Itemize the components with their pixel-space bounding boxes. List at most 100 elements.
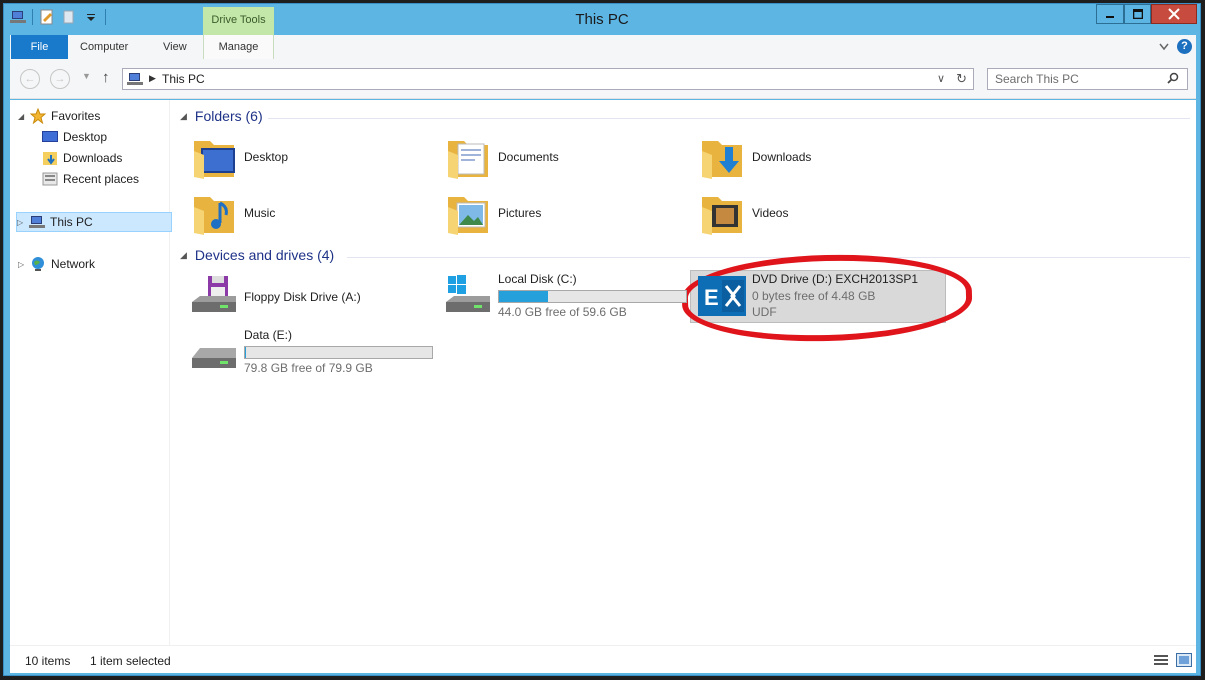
collapse-arrow-icon[interactable]: ◢ bbox=[180, 111, 187, 122]
up-button[interactable]: ↑ bbox=[102, 69, 110, 86]
item-count: 10 items bbox=[25, 654, 71, 668]
folders-header-text: Folders (6) bbox=[194, 108, 263, 124]
folder-label: Documents bbox=[498, 150, 559, 164]
sidebar-item-desktop[interactable]: Desktop bbox=[42, 127, 107, 147]
drive-free-space: 0 bytes free of 4.48 GB bbox=[752, 289, 876, 303]
devices-header-text: Devices and drives (4) bbox=[194, 247, 335, 263]
desktop-icon bbox=[42, 129, 58, 145]
maximize-icon bbox=[1132, 9, 1143, 19]
drive-local-c[interactable]: Local Disk (C:) 44.0 GB free of 59.6 GB bbox=[444, 272, 694, 324]
minimize-button[interactable] bbox=[1096, 4, 1124, 24]
drive-usage-bar bbox=[498, 290, 687, 303]
folder-label: Desktop bbox=[244, 150, 289, 164]
breadcrumb-chevron-icon[interactable]: ▶ bbox=[149, 73, 156, 84]
folder-label: Pictures bbox=[498, 206, 542, 220]
address-bar[interactable]: ▶ This PC ∨ ↻ bbox=[122, 68, 974, 90]
folder-desktop[interactable]: Desktop bbox=[190, 130, 288, 184]
folder-downloads[interactable]: Downloads bbox=[698, 130, 811, 184]
this-pc-icon bbox=[29, 214, 45, 230]
address-dropdown-icon[interactable]: ∨ bbox=[937, 72, 945, 85]
drive-dvd-d[interactable]: E DVD Drive (D:) EXCH2013SP1 0 bytes fre… bbox=[698, 272, 938, 322]
window-title: This PC bbox=[575, 11, 629, 28]
collapse-arrow-icon[interactable]: ◢ bbox=[18, 112, 28, 121]
desktop-folder-icon bbox=[190, 133, 238, 181]
sidebar-item-favorites[interactable]: ◢ Favorites bbox=[18, 106, 100, 126]
help-button[interactable]: ? bbox=[1177, 39, 1192, 54]
sidebar-label: Recent places bbox=[63, 172, 140, 186]
drive-filesystem: UDF bbox=[752, 305, 777, 319]
hard-drive-icon bbox=[190, 328, 238, 376]
explorer-window: Drive Tools This PC File Computer View M… bbox=[3, 3, 1201, 676]
folder-pictures[interactable]: Pictures bbox=[444, 186, 541, 240]
downloads-folder-icon bbox=[42, 150, 58, 166]
sidebar-label: Desktop bbox=[63, 130, 108, 144]
tab-view[interactable]: View bbox=[163, 35, 187, 59]
search-icon[interactable] bbox=[1167, 72, 1179, 87]
tab-file[interactable]: File bbox=[11, 35, 68, 59]
refresh-icon[interactable]: ↻ bbox=[956, 71, 967, 87]
folders-group-header[interactable]: ◢ Folders (6) bbox=[180, 108, 263, 124]
expand-arrow-icon[interactable]: ▷ bbox=[17, 218, 27, 227]
folder-label: Downloads bbox=[752, 150, 812, 164]
minimize-icon bbox=[1106, 16, 1114, 18]
address-path[interactable]: This PC bbox=[162, 72, 205, 86]
drive-name: Data (E:) bbox=[244, 328, 293, 342]
drive-name: Floppy Disk Drive (A:) bbox=[244, 290, 361, 304]
network-icon bbox=[30, 256, 46, 272]
music-folder-icon bbox=[190, 189, 238, 237]
drive-free-space: 79.8 GB free of 79.9 GB bbox=[244, 361, 373, 375]
folder-videos[interactable]: Videos bbox=[698, 186, 788, 240]
sidebar-label: Network bbox=[51, 257, 96, 271]
tab-computer[interactable]: Computer bbox=[80, 35, 128, 59]
navigation-bar: ← → ▼ ↑ ▶ This PC ∨ ↻ Search This PC bbox=[10, 59, 1196, 99]
collapse-arrow-icon[interactable]: ◢ bbox=[180, 250, 187, 261]
sidebar-item-recent-places[interactable]: Recent places bbox=[42, 169, 139, 189]
search-box[interactable]: Search This PC bbox=[987, 68, 1188, 90]
sidebar-item-this-pc[interactable]: ▷ This PC bbox=[16, 212, 172, 232]
svg-text:E: E bbox=[704, 285, 719, 310]
drive-name: Local Disk (C:) bbox=[498, 272, 577, 286]
ribbon-tabs: File Computer View Manage ? bbox=[10, 35, 1196, 59]
back-button[interactable]: ← bbox=[20, 69, 40, 89]
back-arrow-icon: ← bbox=[24, 73, 36, 85]
status-bar: 10 items 1 item selected bbox=[10, 645, 1196, 673]
sidebar-label: Favorites bbox=[51, 109, 101, 123]
recent-locations-dropdown-icon[interactable]: ▼ bbox=[82, 71, 91, 81]
up-arrow-icon: ↑ bbox=[102, 69, 110, 86]
close-icon bbox=[1168, 8, 1180, 20]
sidebar-label: This PC bbox=[50, 215, 93, 229]
sidebar-label: Downloads bbox=[63, 151, 123, 165]
maximize-button[interactable] bbox=[1124, 4, 1151, 24]
ribbon-controls: ? bbox=[1159, 39, 1192, 54]
drive-data-e[interactable]: Data (E:) 79.8 GB free of 79.9 GB bbox=[190, 328, 440, 380]
content-pane: ◢ Folders (6) Desktop Documents Download… bbox=[172, 100, 1196, 645]
large-icons-view-icon[interactable] bbox=[1176, 653, 1192, 667]
folder-music[interactable]: Music bbox=[190, 186, 275, 240]
windows-drive-icon bbox=[444, 272, 492, 320]
group-divider bbox=[268, 118, 1190, 119]
expand-arrow-icon[interactable]: ▷ bbox=[18, 260, 28, 269]
drive-usage-bar bbox=[244, 346, 433, 359]
search-input[interactable]: Search This PC bbox=[995, 72, 1079, 86]
folder-label: Music bbox=[244, 206, 276, 220]
close-button[interactable] bbox=[1151, 4, 1197, 24]
forward-button[interactable]: → bbox=[50, 69, 70, 89]
devices-group-header[interactable]: ◢ Devices and drives (4) bbox=[180, 247, 334, 263]
drive-usage-fill bbox=[499, 291, 548, 302]
folder-documents[interactable]: Documents bbox=[444, 130, 559, 184]
folder-label: Videos bbox=[752, 206, 789, 220]
navigation-pane: ◢ Favorites Desktop Downloads Recent pla… bbox=[10, 100, 172, 645]
selection-count: 1 item selected bbox=[90, 654, 171, 668]
details-view-icon[interactable] bbox=[1153, 653, 1169, 667]
expand-ribbon-chevron-icon[interactable] bbox=[1159, 40, 1169, 54]
drive-free-space: 44.0 GB free of 59.6 GB bbox=[498, 305, 627, 319]
drive-floppy-a[interactable]: Floppy Disk Drive (A:) bbox=[190, 272, 390, 320]
documents-folder-icon bbox=[444, 133, 492, 181]
drive-name: DVD Drive (D:) EXCH2013SP1 bbox=[752, 272, 919, 286]
downloads-folder-icon bbox=[698, 133, 746, 181]
tab-manage[interactable]: Manage bbox=[203, 35, 274, 59]
sidebar-item-network[interactable]: ▷ Network bbox=[18, 254, 95, 274]
sidebar-item-downloads[interactable]: Downloads bbox=[42, 148, 122, 168]
title-bar: Drive Tools This PC bbox=[4, 4, 1200, 35]
forward-arrow-icon: → bbox=[54, 73, 66, 85]
